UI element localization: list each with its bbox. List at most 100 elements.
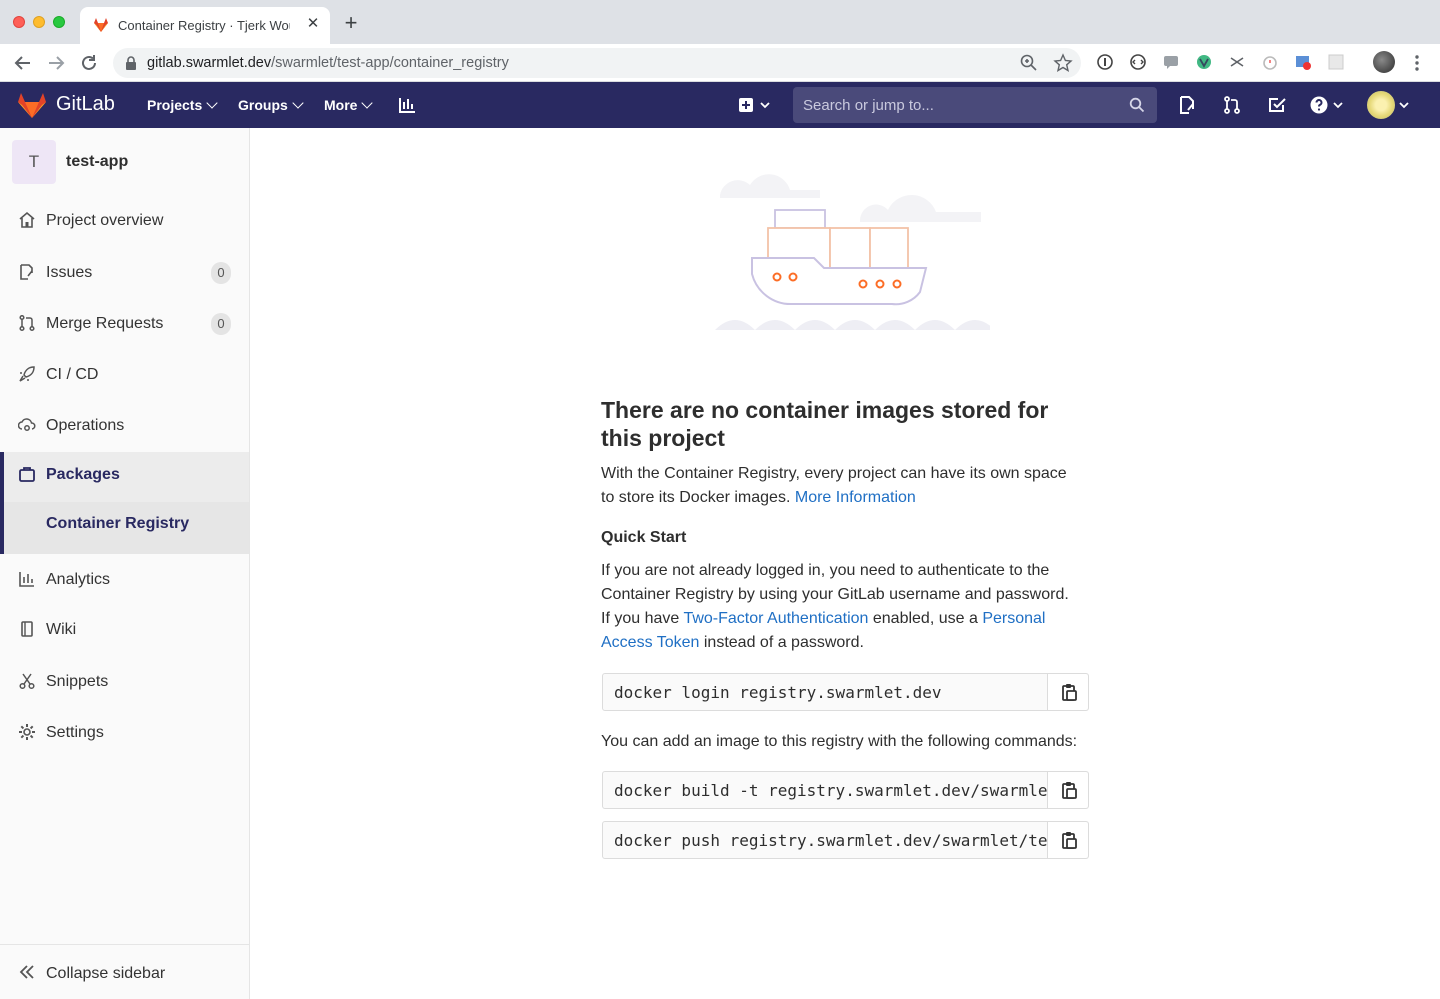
sidebar-item-label: Project overview bbox=[46, 212, 164, 229]
address-bar[interactable]: gitlab.swarmlet.dev/swarmlet/test-app/co… bbox=[113, 48, 1081, 78]
chevron-down-icon bbox=[292, 97, 304, 109]
search-icon[interactable] bbox=[1129, 97, 1145, 113]
browser-menu-icon[interactable] bbox=[1410, 52, 1424, 74]
merge-request-icon bbox=[19, 314, 35, 332]
sidebar-item-merge-requests[interactable]: Merge Requests 0 bbox=[0, 301, 249, 347]
gitlab-navbar: GitLab Projects Groups More bbox=[0, 82, 1440, 128]
clipboard-icon bbox=[1062, 832, 1077, 849]
sidebar-item-issues[interactable]: Issues 0 bbox=[0, 250, 249, 296]
scissors-extension-icon[interactable] bbox=[1227, 52, 1247, 72]
copy-login-command-button[interactable] bbox=[1047, 674, 1088, 710]
rocket-icon bbox=[19, 366, 35, 382]
todos-icon[interactable] bbox=[1267, 95, 1287, 115]
forward-icon[interactable] bbox=[45, 52, 67, 74]
home-icon bbox=[19, 211, 35, 228]
activity-chart-icon[interactable] bbox=[397, 95, 417, 115]
two-factor-link[interactable]: Two-Factor Authentication bbox=[683, 610, 868, 627]
sidebar-item-packages[interactable]: Packages bbox=[4, 452, 249, 502]
sidebar-item-label: Wiki bbox=[46, 621, 77, 638]
nav-more[interactable]: More bbox=[324, 97, 374, 113]
new-item-plus-icon[interactable] bbox=[737, 95, 757, 115]
sidebar-item-ci-cd[interactable]: CI / CD bbox=[0, 352, 249, 398]
timer-extension-icon[interactable] bbox=[1260, 52, 1280, 72]
vue-devtools-icon[interactable] bbox=[1194, 52, 1214, 72]
help-icon[interactable] bbox=[1309, 95, 1329, 115]
build-command-input[interactable] bbox=[603, 772, 1047, 808]
book-icon bbox=[21, 621, 33, 637]
clipboard-icon bbox=[1062, 782, 1077, 799]
global-search[interactable] bbox=[793, 87, 1157, 123]
close-tab-icon[interactable]: ✕ bbox=[304, 15, 322, 33]
gear-icon bbox=[19, 724, 35, 740]
reload-icon[interactable] bbox=[78, 52, 100, 74]
collapse-sidebar-button[interactable]: Collapse sidebar bbox=[0, 944, 249, 999]
gitlab-brand[interactable]: GitLab bbox=[56, 93, 115, 116]
blocker-extension-icon[interactable] bbox=[1293, 52, 1313, 72]
clipboard-icon bbox=[1062, 684, 1077, 701]
grid-extension-icon[interactable] bbox=[1326, 52, 1346, 72]
sidebar-item-label: Settings bbox=[46, 724, 104, 741]
chat-extension-icon[interactable] bbox=[1161, 52, 1181, 72]
close-window-button[interactable] bbox=[13, 16, 25, 28]
zoom-icon[interactable] bbox=[1019, 53, 1039, 73]
lock-icon bbox=[126, 56, 136, 70]
empty-state-title: There are no container images stored for… bbox=[601, 397, 1049, 451]
search-input[interactable] bbox=[793, 87, 1123, 123]
new-tab-icon[interactable]: + bbox=[340, 12, 362, 34]
merge-requests-icon[interactable] bbox=[1222, 95, 1242, 115]
scissors-icon bbox=[19, 673, 35, 690]
sidebar-item-label: Packages bbox=[46, 466, 120, 483]
empty-state-ship-illustration bbox=[715, 174, 990, 330]
code-extension-icon[interactable] bbox=[1128, 52, 1148, 72]
back-icon[interactable] bbox=[12, 52, 34, 74]
merge-requests-count-badge: 0 bbox=[211, 313, 231, 335]
sidebar-item-project-overview[interactable]: Project overview bbox=[0, 198, 249, 244]
sidebar-item-label: Merge Requests bbox=[46, 315, 164, 332]
collapse-sidebar-label: Collapse sidebar bbox=[46, 965, 166, 982]
login-command-input[interactable] bbox=[603, 674, 1047, 710]
sidebar-item-label: Analytics bbox=[46, 571, 111, 588]
issues-icon bbox=[20, 264, 33, 280]
nav-projects[interactable]: Projects bbox=[147, 97, 218, 113]
sidebar-item-label: Issues bbox=[46, 264, 93, 281]
bookmark-star-icon[interactable] bbox=[1053, 53, 1073, 73]
user-menu-chevron-icon[interactable] bbox=[1397, 95, 1411, 115]
issues-count-badge: 0 bbox=[211, 262, 231, 284]
gitlab-logo-icon[interactable] bbox=[17, 91, 47, 119]
browser-tab[interactable]: Container Registry · Tjerk Woudsma ✕ bbox=[80, 7, 330, 44]
browser-profile-avatar[interactable] bbox=[1373, 51, 1395, 73]
project-name[interactable]: test-app bbox=[66, 153, 128, 171]
issues-icon[interactable] bbox=[1177, 95, 1197, 115]
push-command-input[interactable] bbox=[603, 822, 1047, 858]
nav-groups[interactable]: Groups bbox=[238, 97, 304, 113]
quick-start-heading: Quick Start bbox=[601, 529, 687, 546]
user-avatar[interactable] bbox=[1367, 91, 1395, 119]
tab-title: Container Registry · Tjerk Woudsma bbox=[118, 18, 290, 33]
chevron-down-icon bbox=[206, 97, 218, 109]
intro-paragraph: With the Container Registry, every proje… bbox=[601, 465, 1067, 506]
new-item-chevron-icon[interactable] bbox=[758, 95, 772, 115]
more-information-link[interactable]: More Information bbox=[795, 489, 916, 506]
sidebar-subitem-container-registry[interactable]: Container Registry bbox=[4, 502, 249, 554]
add-image-paragraph: You can add an image to this registry wi… bbox=[601, 733, 1078, 750]
copy-build-command-button[interactable] bbox=[1047, 772, 1088, 808]
sidebar-item-label: Snippets bbox=[46, 673, 109, 690]
auth-paragraph: If you are not already logged in, you ne… bbox=[601, 562, 1069, 651]
minimize-window-button[interactable] bbox=[33, 16, 45, 28]
build-command-group bbox=[602, 771, 1089, 809]
sidebar-item-analytics[interactable]: Analytics bbox=[0, 557, 249, 603]
project-avatar[interactable]: T bbox=[12, 140, 56, 184]
password-manager-icon[interactable] bbox=[1095, 52, 1115, 72]
browser-tabstrip: Container Registry · Tjerk Woudsma ✕ + bbox=[0, 0, 1440, 44]
sidebar-item-wiki[interactable]: Wiki bbox=[0, 607, 249, 653]
sidebar-item-operations[interactable]: Operations bbox=[0, 403, 249, 449]
copy-push-command-button[interactable] bbox=[1047, 822, 1088, 858]
cloud-gear-icon bbox=[18, 418, 36, 431]
url-text: gitlab.swarmlet.dev/swarmlet/test-app/co… bbox=[147, 55, 509, 71]
help-chevron-icon[interactable] bbox=[1331, 95, 1345, 115]
maximize-window-button[interactable] bbox=[53, 16, 65, 28]
sidebar-item-snippets[interactable]: Snippets bbox=[0, 659, 249, 705]
analytics-icon bbox=[19, 572, 34, 587]
sidebar-item-settings[interactable]: Settings bbox=[0, 710, 249, 756]
chevron-down-icon bbox=[361, 97, 374, 109]
